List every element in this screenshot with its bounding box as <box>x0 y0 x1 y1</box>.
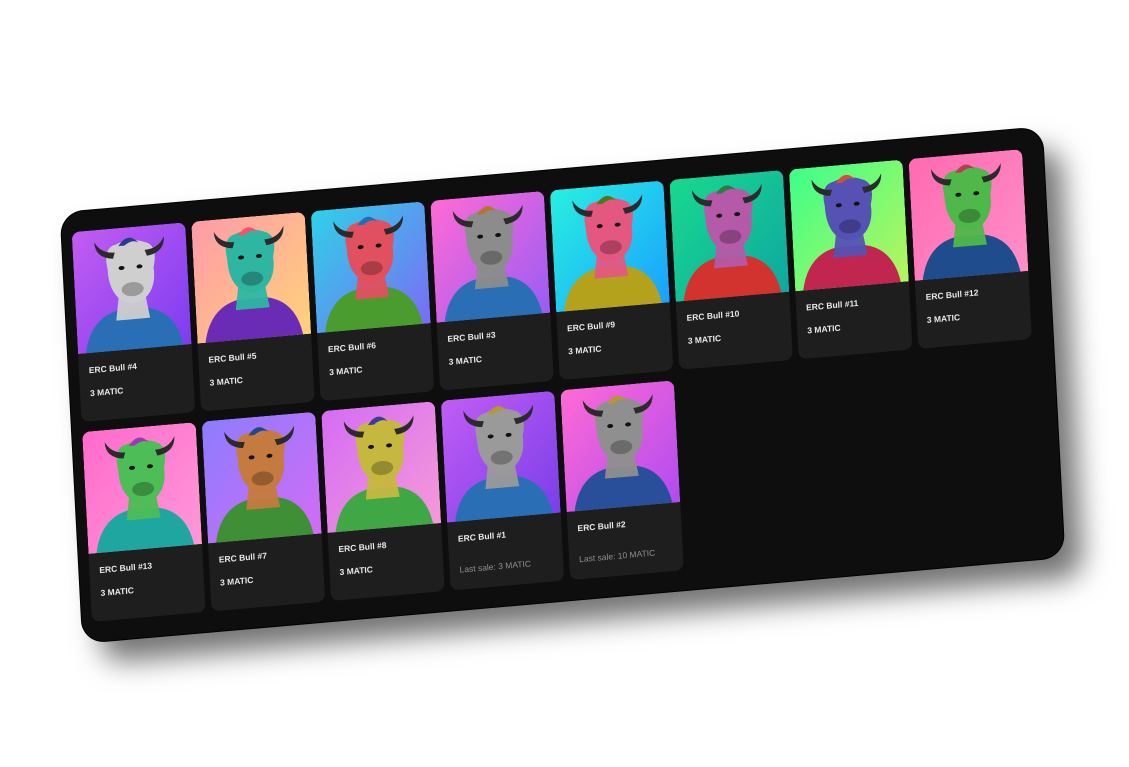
nft-thumbnail[interactable] <box>82 422 203 554</box>
bull-image <box>669 169 790 302</box>
nft-gallery-panel: ERC Bull #4 3 MATIC ERC Bull #5 3 MATIC <box>60 127 1065 643</box>
bull-image <box>430 190 551 323</box>
nft-price: 3 MATIC <box>100 585 135 599</box>
nft-thumbnail[interactable] <box>549 180 670 313</box>
nft-card[interactable]: ERC Bull #9 3 MATIC <box>549 180 674 381</box>
nft-last-sale: Last sale: 10 MATIC <box>578 547 656 565</box>
nft-thumbnail[interactable] <box>788 159 909 292</box>
bull-image <box>321 401 442 534</box>
nft-thumbnail[interactable] <box>908 149 1029 281</box>
nft-card[interactable]: ERC Bull #10 3 MATIC <box>669 169 793 370</box>
nft-price: 3 MATIC <box>926 312 961 325</box>
nft-thumbnail[interactable] <box>191 211 312 344</box>
nft-name: ERC Bull #6 <box>327 340 377 355</box>
bull-image <box>201 411 322 544</box>
stage: ERC Bull #4 3 MATIC ERC Bull #5 3 MATIC <box>0 0 1129 767</box>
nft-name: ERC Bull #12 <box>925 287 979 303</box>
nft-price: 3 MATIC <box>448 353 483 367</box>
nft-card[interactable]: ERC Bull #11 3 MATIC <box>788 159 913 360</box>
bull-image <box>788 159 909 292</box>
nft-thumbnail[interactable] <box>430 190 551 323</box>
nft-name: ERC Bull #8 <box>338 539 387 555</box>
nft-price: 3 MATIC <box>219 574 254 588</box>
nft-name: ERC Bull #4 <box>88 361 138 376</box>
nft-name: ERC Bull #1 <box>457 529 507 544</box>
bull-image <box>191 211 312 344</box>
nft-thumbnail[interactable] <box>310 201 431 334</box>
nft-last-sale: Last sale: 3 MATIC <box>459 558 532 575</box>
nft-name: ERC Bull #7 <box>218 550 268 565</box>
nft-name: ERC Bull #9 <box>566 319 616 334</box>
bull-image <box>71 222 192 355</box>
nft-name: ERC Bull #10 <box>686 308 740 323</box>
nft-grid: ERC Bull #4 3 MATIC ERC Bull #5 3 MATIC <box>71 148 1054 632</box>
nft-card[interactable]: ERC Bull #2 Last sale: 10 MATIC <box>560 380 684 581</box>
nft-name: ERC Bull #3 <box>447 329 496 344</box>
nft-card[interactable]: ERC Bull #3 3 MATIC <box>430 190 554 391</box>
nft-thumbnail[interactable] <box>71 222 192 355</box>
bull-image <box>440 390 561 523</box>
bull-image <box>560 380 681 513</box>
nft-thumbnail[interactable] <box>321 401 442 534</box>
nft-thumbnail[interactable] <box>201 411 322 544</box>
nft-name: ERC Bull #13 <box>99 560 153 576</box>
nft-card[interactable]: ERC Bull #7 3 MATIC <box>201 411 326 612</box>
nft-card[interactable]: ERC Bull #4 3 MATIC <box>71 222 196 423</box>
nft-card[interactable]: ERC Bull #6 3 MATIC <box>310 201 435 402</box>
nft-price: 3 MATIC <box>89 385 124 399</box>
nft-card[interactable]: ERC Bull #8 3 MATIC <box>321 401 445 601</box>
bull-image <box>82 422 203 554</box>
nft-name: ERC Bull #11 <box>805 297 859 313</box>
bull-image <box>549 180 670 313</box>
nft-card[interactable]: ERC Bull #5 3 MATIC <box>191 211 315 412</box>
nft-price: 3 MATIC <box>339 564 374 578</box>
nft-price: 3 MATIC <box>807 322 841 336</box>
nft-price: 3 MATIC <box>567 343 602 357</box>
nft-card[interactable]: ERC Bull #13 3 MATIC <box>82 422 206 622</box>
nft-thumbnail[interactable] <box>669 169 790 302</box>
bull-image <box>908 149 1029 281</box>
nft-price: 3 MATIC <box>209 374 244 388</box>
nft-thumbnail[interactable] <box>560 380 681 513</box>
nft-name: ERC Bull #5 <box>208 350 257 365</box>
nft-card[interactable]: ERC Bull #12 3 MATIC <box>908 149 1032 349</box>
nft-thumbnail[interactable] <box>440 390 561 523</box>
nft-name: ERC Bull #2 <box>577 519 626 534</box>
nft-price: 3 MATIC <box>687 333 722 346</box>
bull-image <box>310 201 431 334</box>
nft-price: 3 MATIC <box>328 364 363 378</box>
nft-card[interactable]: ERC Bull #1 Last sale: 3 MATIC <box>440 390 565 591</box>
